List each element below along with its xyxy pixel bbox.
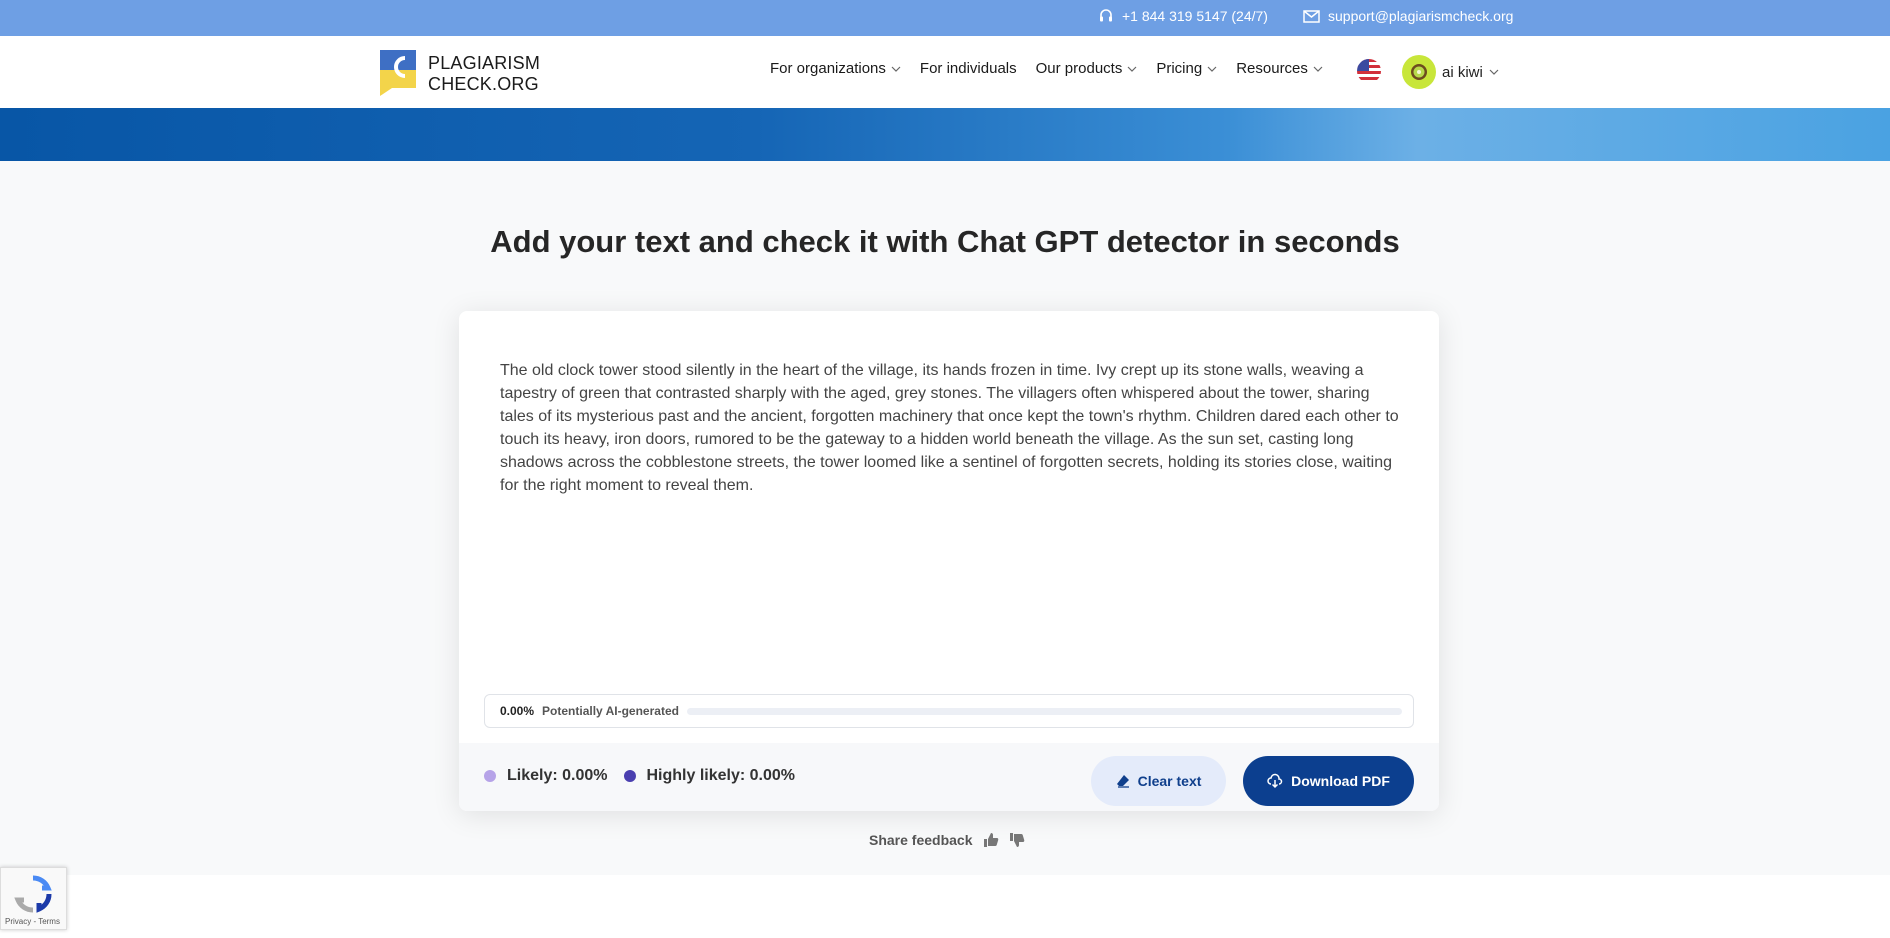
logo-line-1: PLAGIARISM [428,52,541,73]
cloud-download-icon [1267,773,1283,789]
nav-pricing[interactable]: Pricing [1156,60,1217,77]
page-footer [0,875,1890,938]
nav-our-products[interactable]: Our products [1036,60,1138,77]
logo-text: PLAGIARISM CHECK.ORG [428,53,540,95]
chevron-down-icon [1207,66,1217,72]
clear-text-label: Clear text [1137,773,1202,789]
nav-label: For organizations [770,60,886,77]
eraser-icon [1116,775,1129,788]
phone-contact[interactable]: +1 844 319 5147 (24/7) [1098,8,1268,24]
highly-likely-value: Highly likely: 0.00% [646,767,796,784]
ai-meter-label: Potentially AI-generated [542,704,679,718]
nav-for-organizations[interactable]: For organizations [770,60,901,77]
email-address: support@plagiarismcheck.org [1328,8,1514,24]
avatar [1402,55,1436,89]
chevron-down-icon [1127,66,1137,72]
likely-dot-icon [484,770,496,782]
share-feedback: Share feedback [869,832,1025,848]
headset-icon [1098,8,1114,24]
hero-banner [0,108,1890,161]
recaptcha-links[interactable]: Privacy - Terms [5,917,60,926]
clear-text-button[interactable]: Clear text [1091,756,1226,806]
thumbs-up-icon[interactable] [983,832,999,848]
likely-value: Likely: 0.00% [507,767,608,784]
nav-label: Resources [1236,60,1308,77]
text-input[interactable] [500,359,1402,659]
nav-for-individuals[interactable]: For individuals [920,60,1017,77]
user-menu[interactable]: ai kiwi [1402,55,1499,89]
recaptcha-icon [14,875,52,913]
logo-mark-icon [378,46,418,101]
phone-number: +1 844 319 5147 (24/7) [1122,8,1268,24]
page-title: Add your text and check it with Chat GPT… [490,224,1400,259]
nav-label: Pricing [1156,60,1203,77]
ai-meter-track [686,707,1402,715]
recaptcha-badge[interactable]: Privacy - Terms [0,867,67,930]
chevron-down-icon [891,66,901,72]
thumbs-down-icon[interactable] [1009,832,1025,848]
highly-likely-dot-icon [623,770,636,782]
email-contact[interactable]: support@plagiarismcheck.org [1303,8,1513,24]
kiwi-avatar-icon [1411,64,1427,80]
download-pdf-label: Download PDF [1291,773,1390,789]
main-nav: For organizations For individuals Our pr… [770,60,1323,77]
logo-line-2: CHECK.ORG [428,73,539,94]
download-pdf-button[interactable]: Download PDF [1243,756,1414,806]
contact-bar: +1 844 319 5147 (24/7) support@plagiaris… [0,0,1890,36]
chevron-down-icon [1489,69,1499,75]
us-flag-icon[interactable] [1357,59,1381,83]
nav-label: Our products [1035,60,1123,77]
nav-resources[interactable]: Resources [1236,60,1323,77]
card-footer: Likely: 0.00% Highly likely: 0.00% Clear… [459,743,1439,811]
site-header: PLAGIARISM CHECK.ORG For organizations F… [0,36,1890,108]
site-logo[interactable]: PLAGIARISM CHECK.ORG [378,46,540,101]
user-name: ai kiwi [1442,63,1483,81]
ai-meter: 0.00% Potentially AI-generated [484,694,1414,728]
feedback-label: Share feedback [869,832,973,848]
mail-icon [1303,9,1320,23]
ai-percent: 0.00% [500,704,535,718]
result-legend: Likely: 0.00% Highly likely: 0.00% [484,767,795,785]
nav-label: For individuals [919,60,1017,77]
detector-card: 0.00% Potentially AI-generated Likely: 0… [459,311,1439,811]
chevron-down-icon [1313,66,1323,72]
